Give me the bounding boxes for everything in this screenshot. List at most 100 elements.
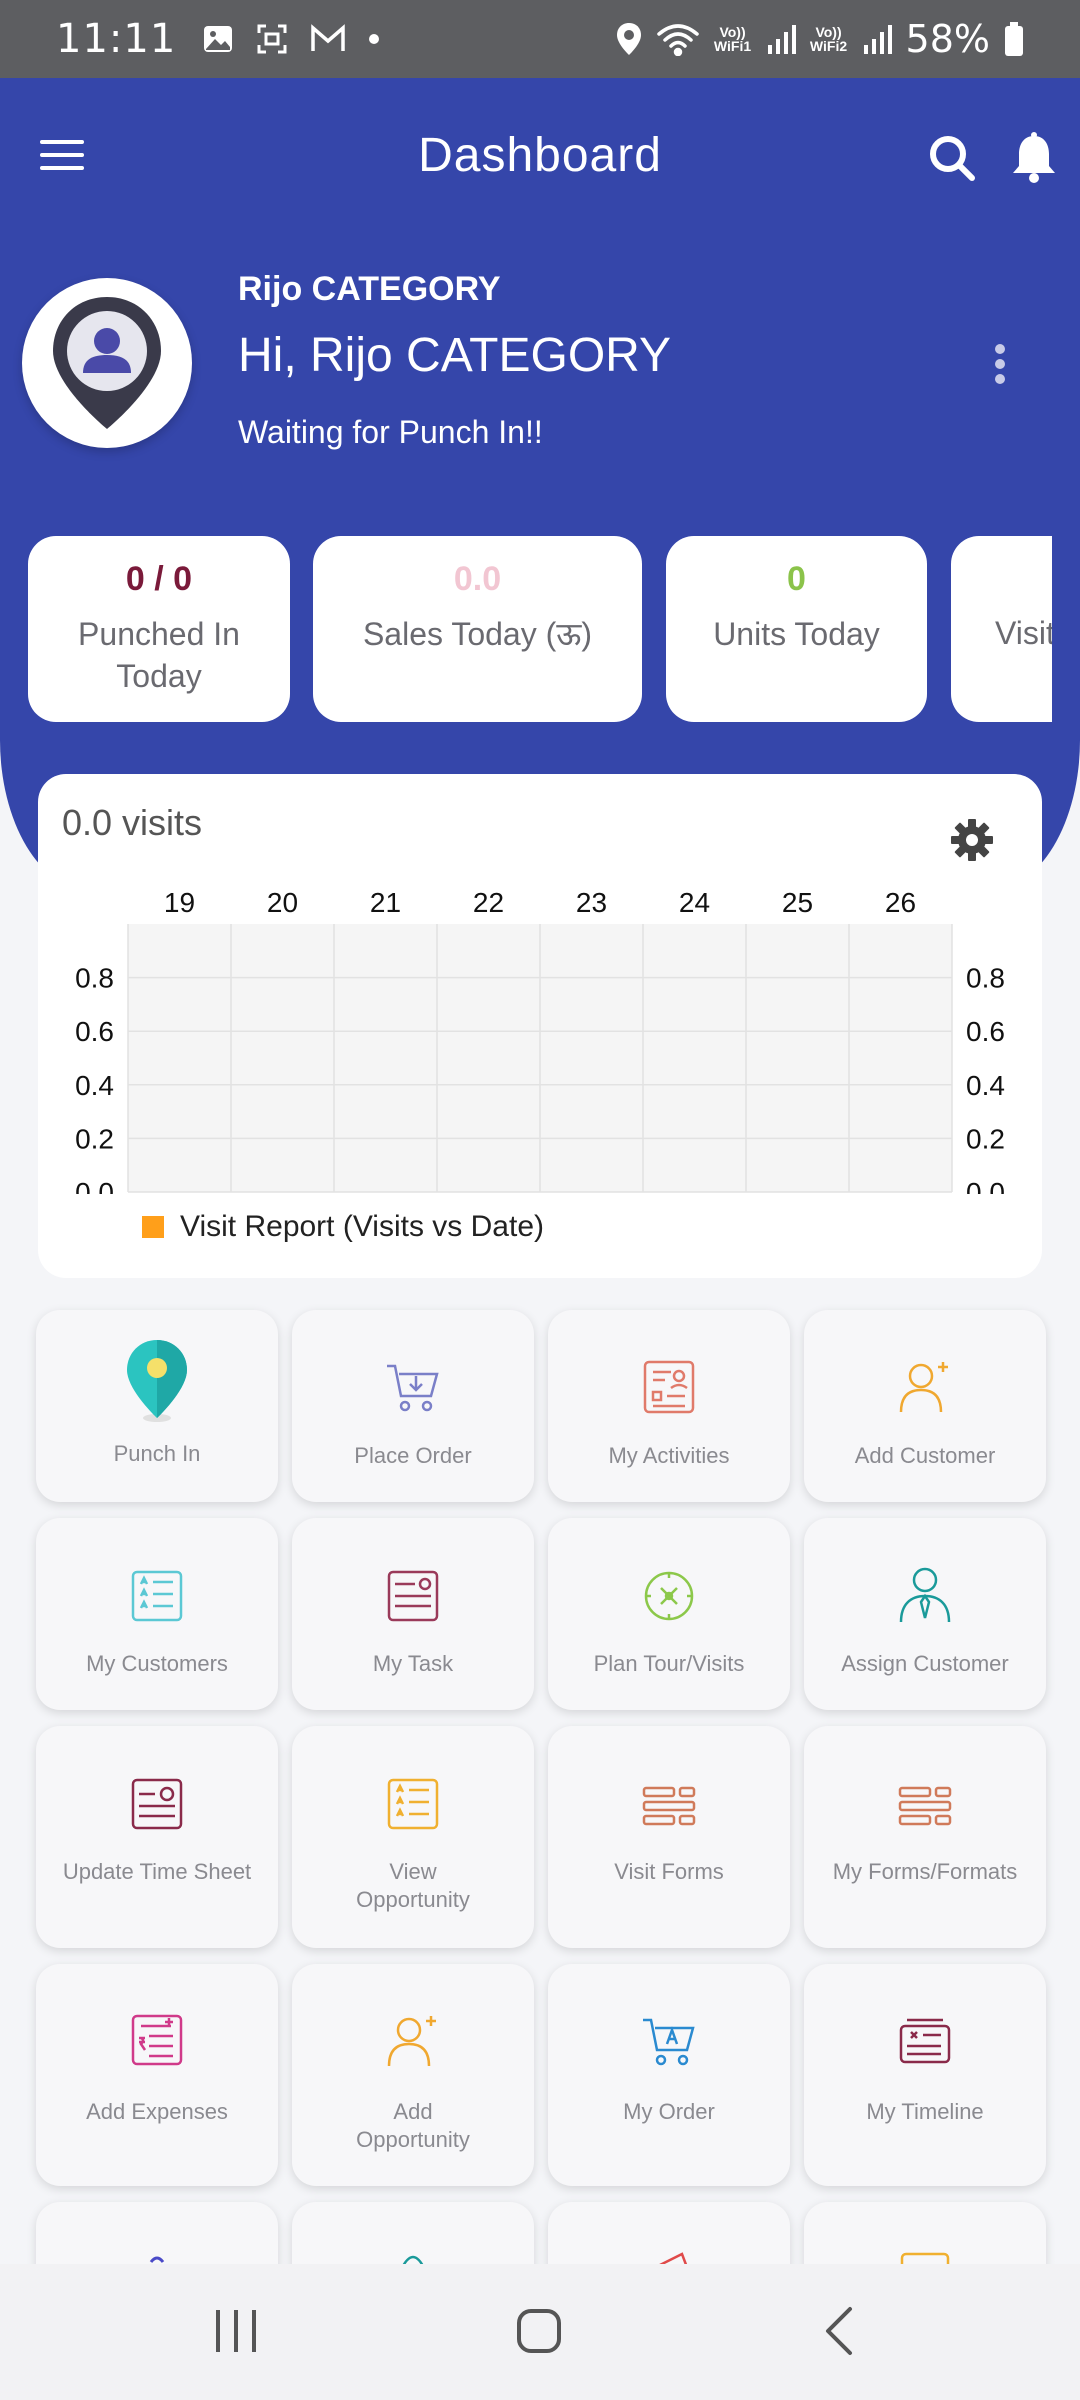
stat-value: 0 / 0	[125, 560, 193, 598]
my-activities-tile[interactable]: My Activities	[548, 1310, 790, 1502]
y-tick-label: 0.6	[75, 1016, 114, 1047]
tile-label: View Opportunity	[356, 1859, 470, 1912]
page-title: Dashboard	[418, 129, 662, 182]
tile-label: Add Customer	[854, 1443, 996, 1468]
x-tick-label: 25	[782, 887, 813, 918]
more-options-icon[interactable]	[992, 344, 1008, 388]
cart-icon	[387, 1364, 439, 1412]
tile-label: Visit Forms	[614, 1859, 724, 1884]
y-tick-label: 0.4	[75, 1070, 114, 1101]
visits-chart-card: 0.0 visits 19 20 21 22 23 24 25 26 0.8 0.8 0.6 0.6 0…	[38, 774, 1042, 1278]
stat-value	[951, 560, 1052, 598]
x-tick-label: 19	[164, 887, 195, 918]
screen: { "status_bar": { "time": "11:11", "wifi…	[0, 0, 1080, 2400]
punch-status: Waiting for Punch In!!	[238, 414, 543, 450]
add-customer-tile[interactable]: Add Customer	[804, 1310, 1046, 1502]
stat-value: 0	[787, 560, 806, 598]
compass-icon	[644, 1571, 694, 1621]
tile-label: Place Order	[354, 1443, 472, 1468]
list-icon	[131, 1570, 183, 1622]
assign-customer-tile[interactable]: Assign Customer	[804, 1518, 1046, 1710]
tile-label: My Customers	[86, 1651, 228, 1676]
y-tick-label: 0.4	[966, 1070, 1005, 1101]
stat-card-sales-today[interactable]: 0.0 Sales Today (ऊ)	[313, 536, 642, 722]
update-time-sheet-tile[interactable]: Update Time Sheet	[36, 1726, 278, 1948]
add-user-icon	[387, 2016, 436, 2067]
my-timeline-tile[interactable]: My Timeline	[804, 1964, 1046, 2186]
my-customers-tile[interactable]: My Customers	[36, 1518, 278, 1710]
screenshot-icon	[257, 24, 287, 54]
user-location-pin-icon	[53, 297, 161, 429]
list-icon	[387, 1778, 439, 1830]
stat-label: Visit	[995, 615, 1052, 651]
battery-percent: 58%	[905, 17, 990, 61]
y-tick-label: 0.2	[966, 1123, 1005, 1154]
signal-icon	[863, 25, 892, 54]
punch-in-tile[interactable]: Punch In	[36, 1310, 278, 1502]
add-user-icon	[899, 1362, 948, 1413]
search-icon[interactable]	[924, 130, 980, 186]
stat-label: Punched In Today	[78, 616, 240, 694]
tile-label: My Task	[372, 1651, 454, 1676]
x-tick-label: 23	[576, 887, 607, 918]
tile-label: My Order	[623, 2099, 715, 2124]
dot-icon	[369, 34, 380, 44]
stat-card-punched-in[interactable]: 0 / 0 Punched In Today	[28, 536, 290, 722]
profile-name: Rijo CATEGORY	[238, 270, 501, 308]
system-nav-bar	[0, 2264, 1080, 2400]
activities-icon	[643, 1360, 695, 1414]
plan-tour-visits-tile[interactable]: Plan Tour/Visits	[548, 1518, 790, 1710]
order-cart-icon	[643, 2018, 695, 2066]
chart-legend: Visit Report (Visits vs Date)	[142, 1210, 544, 1244]
wifi2-label: Vo)) WiFi2	[809, 24, 848, 54]
signal-icon	[767, 25, 796, 54]
map-pin-icon	[127, 1340, 187, 1422]
my-order-tile[interactable]: My Order	[548, 1964, 790, 2186]
visit-forms-tile[interactable]: Visit Forms	[548, 1726, 790, 1948]
wifi-icon	[656, 24, 699, 56]
battery-icon	[1005, 22, 1023, 56]
tile-label: Add Expenses	[86, 2099, 228, 2124]
my-forms-formats-tile[interactable]: My Forms/Formats	[804, 1726, 1046, 1948]
x-tick-label: 21	[370, 887, 401, 918]
x-tick-label: 24	[679, 887, 710, 918]
place-order-tile[interactable]: Place Order	[292, 1310, 534, 1502]
avatar[interactable]	[22, 278, 192, 448]
visits-chart: 19 20 21 22 23 24 25 26 0.8 0.8 0.6 0.6 0.4 0.4 0.2 0.2…	[75, 887, 1005, 1194]
stat-card-units-today[interactable]: 0 Units Today	[666, 536, 927, 722]
y-tick-label: 0.0	[966, 1177, 1005, 1194]
wifi1-label: Vo)) WiFi1	[713, 24, 752, 54]
user-tie-icon	[899, 1567, 951, 1623]
timeline-icon	[899, 2018, 951, 2064]
stat-label: Units Today	[713, 616, 880, 652]
tile-label: Assign Customer	[841, 1651, 1009, 1676]
status-right-icons: Vo)) WiFi1 Vo)) WiFi2 58%	[616, 17, 1024, 61]
add-opportunity-tile[interactable]: Add Opportunity	[292, 1964, 534, 2186]
view-opportunity-tile[interactable]: View Opportunity	[292, 1726, 534, 1948]
gmail-icon	[311, 24, 346, 51]
tile-label: My Forms/Formats	[832, 1859, 1018, 1884]
tile-label: My Activities	[608, 1443, 730, 1468]
app-header: Dashboard	[0, 78, 1080, 238]
x-tick-label: 26	[885, 887, 916, 918]
back-icon[interactable]	[822, 2306, 856, 2356]
expenses-icon	[131, 2014, 183, 2066]
stat-card-visits[interactable]: Visit	[951, 536, 1052, 722]
profile-greeting: Hi, Rijo CATEGORY	[238, 329, 671, 382]
my-task-tile[interactable]: My Task	[292, 1518, 534, 1710]
stats-carousel[interactable]: 0 / 0 Punched In Today 0.0 Sales Today (…	[28, 536, 1052, 722]
task-icon	[387, 1570, 439, 1622]
add-expenses-tile[interactable]: Add Expenses	[36, 1964, 278, 2186]
recents-icon[interactable]	[214, 2308, 258, 2354]
y-tick-label: 0.8	[75, 963, 114, 994]
x-tick-label: 20	[267, 887, 298, 918]
tile-label: Add Opportunity	[356, 2099, 470, 2152]
y-tick-label: 0.0	[75, 1177, 114, 1194]
bell-icon[interactable]	[1006, 130, 1062, 186]
status-left-icons	[202, 23, 380, 55]
home-icon[interactable]	[516, 2308, 562, 2354]
tile-label: Update Time Sheet	[62, 1859, 252, 1884]
tile-label: Plan Tour/Visits	[593, 1651, 745, 1676]
tile-label: My Timeline	[866, 2099, 984, 2124]
legend-label: Visit Report (Visits vs Date)	[180, 1210, 544, 1243]
